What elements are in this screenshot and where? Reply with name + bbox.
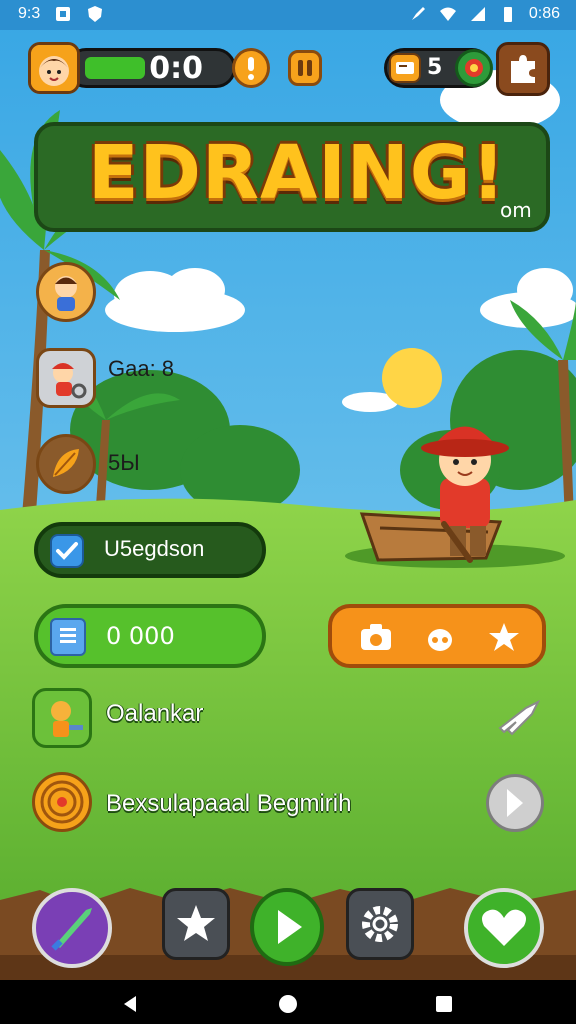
character-slot-boy[interactable] [36,262,96,322]
pause-button[interactable] [288,50,322,86]
checklist-label: U5egdson [104,536,205,561]
puzzle-icon [511,55,535,83]
shield-icon [88,6,103,22]
gear-icon [362,906,398,942]
checklist-button[interactable]: U5egdson [34,522,266,578]
sword-icon [51,908,92,951]
side-item-2-label: Gaa: 8 [108,356,175,381]
status-bar: 9:3 0:86 [0,0,576,30]
ticket-icon [389,53,421,83]
counter-label: 0 000 [106,622,175,650]
play-icon [278,910,302,944]
like-button[interactable] [464,888,544,968]
settings-button[interactable] [346,888,414,960]
pause-icon [298,60,312,76]
counter-button[interactable]: 0 000 [34,604,266,668]
checkmark-icon [50,534,84,568]
ticket-counter[interactable]: 5 [384,48,493,88]
favorites-button[interactable] [162,888,230,960]
star-badge-icon [177,905,215,941]
camera-icon[interactable] [358,620,394,654]
resource-slot-leaf[interactable] [36,434,96,494]
score-value: 0:0 [149,51,203,86]
target-ring-icon [455,49,493,87]
target-icon[interactable] [32,772,92,832]
rocket-icon [411,7,425,20]
status-clock: 0:86 [528,5,560,22]
banner-subtitle: om [500,198,532,222]
game-title: EDRAING! [88,130,507,216]
top-hud: 0:0 5 [0,40,576,100]
leaf-icon [53,449,79,477]
back-icon[interactable] [120,994,140,1014]
side-item-3-label: 5Ы [108,450,140,475]
player-avatar[interactable] [28,42,80,94]
arrow-right-icon [507,789,523,817]
status-time: 9:3 [18,5,41,22]
character-slot-worker[interactable] [36,348,96,408]
row-1-label: Oalankar [106,700,204,727]
next-arrow-button[interactable] [486,774,544,832]
score-bar: 0:0 [66,48,236,88]
hint-button[interactable] [232,48,270,88]
puzzle-button[interactable] [496,42,550,96]
ticket-count: 5 [427,55,443,80]
row-2-label: Bexsulapaaal Begmirih [106,790,352,817]
wifi-icon [439,7,456,21]
play-button[interactable] [250,888,324,966]
home-icon[interactable] [278,994,298,1014]
signal-icon [470,7,485,21]
player-face-icon [31,45,77,91]
action-bar [328,604,546,668]
worker-icon [52,363,87,399]
magic-sword-button[interactable] [32,888,112,968]
title-banner: EDRAING! om [34,122,550,232]
document-icon [50,618,86,656]
airplane-icon[interactable] [496,698,542,738]
builder-icon[interactable] [32,688,92,748]
score-progress-fill [85,57,145,79]
paw-icon[interactable] [422,620,458,654]
boy-icon [55,276,77,311]
exclamation-icon [248,57,254,80]
star-icon[interactable] [486,620,522,654]
recents-icon[interactable] [434,994,454,1014]
heart-icon [482,909,526,946]
notification-icon [56,7,71,21]
battery-icon [503,7,512,22]
